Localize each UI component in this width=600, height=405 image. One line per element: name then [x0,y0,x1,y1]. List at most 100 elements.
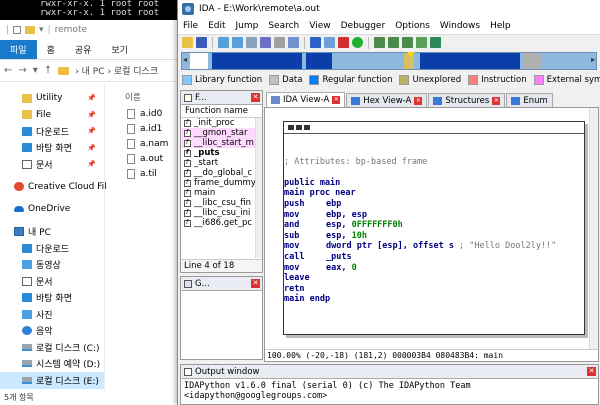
asm-instruction[interactable]: mov eax, 0 [284,263,584,274]
nav-item-this-pc[interactable]: 내 PC [0,224,104,241]
tab-enums[interactable]: Enum [506,93,553,107]
node-color-icon[interactable] [288,125,294,130]
file-item[interactable]: a.id1 [105,121,179,136]
function-list-scrollbar[interactable] [255,118,262,258]
ribbon-tab-share[interactable]: 공유 [65,40,102,59]
asm-public-line[interactable]: public main [284,178,584,189]
output-window-tab[interactable]: Output window ✕ [181,365,598,379]
menu-search[interactable]: Search [263,21,304,31]
address-bar[interactable]: ← → ▾ ↑ › 내 PC › 로컬 디스크 [0,60,179,82]
file-item[interactable]: a.nam [105,136,179,151]
upload-arrow-icon[interactable] [324,37,335,48]
nav-right-arrow-icon[interactable]: ▸ [591,55,595,64]
nav-left-arrow-icon[interactable]: ◂ [183,55,187,64]
column-header-name[interactable]: 이름 [105,88,179,106]
flow-icon[interactable] [388,37,399,48]
file-item[interactable]: a.out [105,151,179,166]
search-icon[interactable] [260,37,271,48]
node-group-icon[interactable] [296,125,302,130]
plugin-icon[interactable] [430,37,441,48]
function-row[interactable]: __do_global_c [181,168,262,178]
tab-ida-view-a[interactable]: IDA View-A ✕ [266,92,346,107]
nav-item-pc-desktop[interactable]: 바탕 화면 [0,290,104,307]
nav-item-documents[interactable]: 문서 📌 [0,156,104,173]
stop-icon[interactable] [338,37,349,48]
nav-item-pc-downloads[interactable]: 다운로드 [0,240,104,257]
save-icon[interactable] [196,37,207,48]
file-item[interactable]: a.id0 [105,106,179,121]
ribbon-tab-view[interactable]: 보기 [101,40,138,59]
download-arrow-icon[interactable] [310,37,321,48]
asm-instruction[interactable]: sub esp, 10h [284,231,584,242]
asm-proc-line[interactable]: main proc near [284,188,584,199]
tab-structures[interactable]: Structures ✕ [428,93,506,107]
run-icon[interactable] [352,37,363,48]
graph-overview-tab[interactable]: G... ✕ [181,277,262,291]
menu-view[interactable]: View [304,21,335,31]
nav-item-drive-e[interactable]: 로컬 디스크 (E:) [0,372,104,389]
asm-instruction[interactable]: call _puts [284,252,584,263]
nav-item-downloads[interactable]: 다운로드 📌 [0,123,104,140]
menu-help[interactable]: Help [485,21,516,31]
xref-icon[interactable] [402,37,413,48]
node-collapse-icon[interactable] [304,125,310,130]
jump-icon[interactable] [246,37,257,48]
address-path[interactable]: › 내 PC › 로컬 디스크 [75,64,158,77]
close-icon[interactable]: ✕ [414,96,423,105]
function-row[interactable]: __libc_csu_ini [181,208,262,218]
forward-arrow-icon[interactable]: → [18,65,26,76]
up-arrow-icon[interactable]: ↑ [44,65,52,76]
close-icon[interactable]: ✕ [492,96,501,105]
ribbon-tab-file[interactable]: 파일 [0,40,37,59]
close-icon[interactable]: ✕ [587,367,596,376]
function-row[interactable]: __i686.get_pc [181,218,262,228]
back-icon[interactable] [218,37,229,48]
menu-jump[interactable]: Jump [231,21,264,31]
forward-icon[interactable] [232,37,243,48]
graph-node-main[interactable]: ; Attributes: bp-based frame public main… [283,121,585,335]
nav-item-creative-cloud[interactable]: Creative Cloud Fil [0,179,107,196]
function-row[interactable]: __gmon_star [181,128,262,138]
nav-item-drive-c[interactable]: 로컬 디스크 (C:) [0,339,104,356]
tab-hex-view-a[interactable]: Hex View-A ✕ [346,93,428,107]
menu-windows[interactable]: Windows [435,21,485,31]
nav-item-onedrive[interactable]: OneDrive [0,201,104,218]
function-row[interactable]: __libc_csu_fin [181,198,262,208]
nav-item-desktop[interactable]: 바탕 화면 📌 [0,140,104,157]
function-row[interactable]: _start [181,158,262,168]
ida-view-scrollbar[interactable] [589,108,598,349]
close-icon[interactable]: ✕ [332,96,341,104]
menu-file[interactable]: File [178,21,203,31]
menu-options[interactable]: Options [390,21,435,31]
binary-search-icon[interactable] [288,37,299,48]
menu-edit[interactable]: Edit [203,21,230,31]
nav-item-pictures[interactable]: 사진 [0,306,104,323]
close-icon[interactable]: ✕ [251,279,260,288]
asm-instruction[interactable]: leave [284,273,584,284]
asm-instruction[interactable]: push ebp [284,199,584,210]
disassembly-listing[interactable]: ; Attributes: bp-based frame public main… [284,134,584,305]
navigation-band[interactable]: ◂ ▸ [181,52,597,70]
ribbon-tab-home[interactable]: 홈 [37,40,65,59]
functions-tab[interactable]: F... ✕ [181,91,262,105]
function-row[interactable]: _puts [181,148,262,158]
asm-endp-line[interactable]: main endp [284,294,584,305]
function-row[interactable]: frame_dummy [181,178,262,188]
ida-view-a[interactable]: ; Attributes: bp-based frame public main… [264,107,599,362]
nav-item-pc-documents[interactable]: 문서 [0,273,104,290]
output-text[interactable]: IDAPython v1.6.0 final (serial 0) (c) Th… [181,379,598,401]
function-name-header[interactable]: Function name [181,105,262,118]
chart-icon[interactable] [416,37,427,48]
nav-item-music[interactable]: 음악 [0,323,104,340]
file-item[interactable]: a.til [105,166,179,181]
menu-debugger[interactable]: Debugger [336,21,391,31]
function-row[interactable]: __libc_start_m [181,138,262,148]
asm-instruction[interactable]: and esp, 0FFFFFFF0h [284,220,584,231]
nav-item-drive-d[interactable]: 시스템 예약 (D:) [0,356,104,373]
asm-instruction[interactable]: retn [284,284,584,295]
graph-icon[interactable] [374,37,385,48]
dropdown-icon[interactable]: ▾ [39,25,44,35]
asm-instruction[interactable]: mov dword ptr [esp], offset s ; "Hello Do… [284,241,584,252]
function-row[interactable]: _init_proc [181,118,262,128]
function-row[interactable]: main [181,188,262,198]
